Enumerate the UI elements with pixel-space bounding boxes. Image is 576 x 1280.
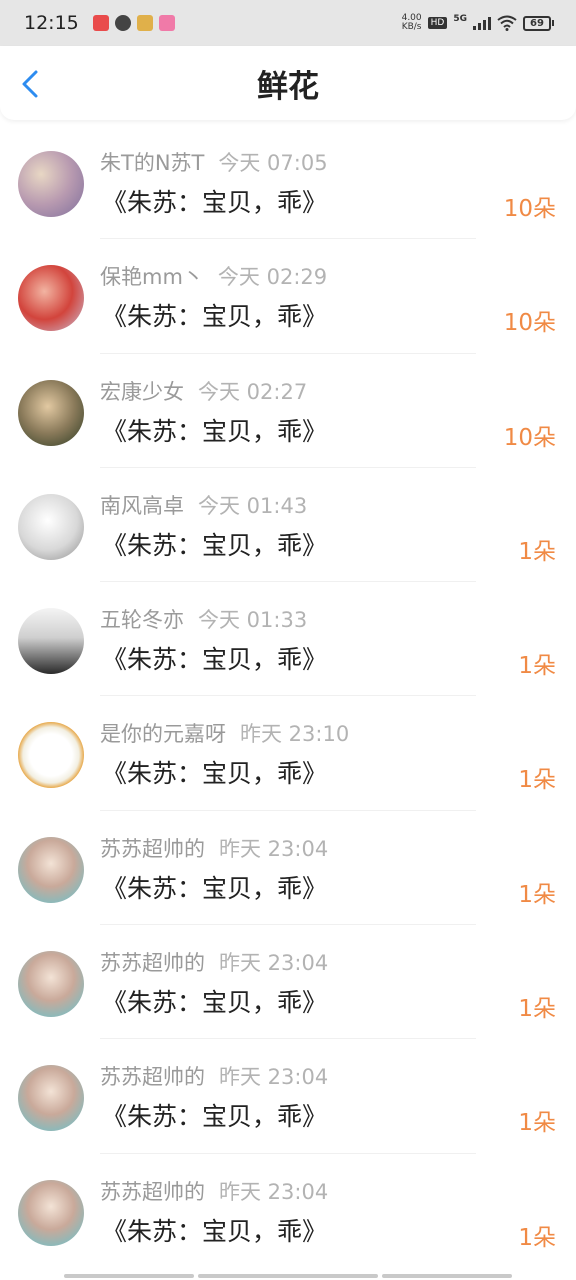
list-item[interactable]: 五轮冬亦 今天 01:33 《朱苏：宝贝，乖》 1朵 [0, 582, 576, 697]
flower-count: 10朵 [503, 424, 556, 451]
avatar[interactable] [18, 265, 84, 332]
notification-icons [92, 15, 175, 31]
avatar[interactable] [18, 608, 84, 675]
speed-unit: KB/s [401, 22, 422, 32]
send-time: 今天 07:05 [218, 151, 328, 175]
list-item[interactable]: 宏康少女 今天 02:27 《朱苏：宝贝，乖》 10朵 [0, 354, 576, 468]
gift-message: 《朱苏：宝贝，乖》 [102, 759, 328, 789]
gift-message: 《朱苏：宝贝，乖》 [102, 1216, 328, 1246]
status-bar: 12:15 4.00 KB/s HD 5G 69 [0, 0, 576, 46]
list-item[interactable]: 苏苏超帅的 昨天 23:04 《朱苏：宝贝，乖》 1朵 [0, 1039, 576, 1154]
flower-count: 1朵 [518, 996, 556, 1023]
send-time: 今天 02:29 [217, 265, 328, 290]
sender-meta: 苏苏超帅的 昨天 23:04 [100, 1061, 328, 1091]
send-time: 昨天 23:04 [219, 951, 329, 976]
flower-count: 10朵 [503, 196, 556, 222]
list-item[interactable]: 朱T的N苏T 今天 07:05 《朱苏：宝贝，乖》 10朵 [0, 125, 576, 240]
sender-name[interactable]: 朱T的N苏T [100, 151, 204, 175]
list-item[interactable]: 南风高卓 今天 01:43 《朱苏：宝贝，乖》 1朵 [0, 468, 576, 583]
list-item[interactable]: 苏苏超帅的 昨天 23:04 《朱苏：宝贝，乖》 1朵 [0, 1154, 576, 1268]
flower-count: 1朵 [518, 653, 556, 680]
page-title: 鲜花 [257, 68, 319, 105]
signal-icon [473, 16, 491, 30]
avatar[interactable] [18, 379, 84, 446]
sender-meta: 苏苏超帅的 昨天 23:04 [100, 833, 328, 863]
sender-meta: 宏康少女 今天 02:27 [100, 376, 307, 406]
list-item[interactable]: 苏苏超帅的 昨天 23:04 《朱苏：宝贝，乖》 1朵 [0, 811, 576, 926]
sender-meta: 保艳mm丶 今天 02:29 [100, 261, 327, 291]
send-time: 昨天 23:04 [219, 1179, 329, 1204]
scroll-indicator [382, 1274, 512, 1278]
avatar[interactable] [18, 1065, 84, 1132]
list-item[interactable]: 是你的元嘉呀 昨天 23:10 《朱苏：宝贝，乖》 1朵 [0, 696, 576, 811]
game-app-icon [136, 15, 153, 31]
sender-meta: 苏苏超帅的 昨天 23:04 [100, 1176, 328, 1206]
sender-name[interactable]: 苏苏超帅的 [100, 1065, 205, 1089]
sender-meta: 五轮冬亦 今天 01:33 [100, 604, 307, 634]
status-time: 12:15 [24, 12, 79, 34]
scroll-indicator [64, 1274, 194, 1278]
gift-message: 《朱苏：宝贝，乖》 [102, 988, 328, 1018]
sender-meta: 苏苏超帅的 昨天 23:04 [100, 947, 328, 977]
list-item[interactable]: 苏苏超帅的 昨天 23:04 《朱苏：宝贝，乖》 1朵 [0, 925, 576, 1040]
battery-icon: 69 [523, 15, 554, 31]
sender-name[interactable]: 苏苏超帅的 [100, 1180, 205, 1204]
wifi-icon [497, 15, 517, 31]
list-item[interactable]: 保艳mm丶 今天 02:29 《朱苏：宝贝，乖》 10朵 [0, 239, 576, 354]
send-time: 今天 01:43 [198, 493, 308, 518]
send-time: 昨天 23:10 [240, 722, 350, 747]
avatar[interactable] [18, 951, 84, 1018]
back-arrow-icon[interactable] [18, 68, 46, 100]
flower-count: 1朵 [518, 881, 556, 908]
send-time: 昨天 23:04 [219, 836, 329, 861]
send-time: 今天 01:33 [198, 608, 308, 633]
scroll-indicator [198, 1274, 378, 1278]
sender-meta: 是你的元嘉呀 昨天 23:10 [100, 718, 349, 748]
sender-name[interactable]: 苏苏超帅的 [100, 837, 205, 861]
battery-level: 69 [523, 15, 551, 31]
cat-app-icon [158, 15, 175, 31]
sender-name[interactable]: 保艳mm丶 [100, 265, 204, 289]
sender-name[interactable]: 五轮冬亦 [100, 608, 184, 632]
gift-message: 《朱苏：宝贝，乖》 [102, 873, 328, 903]
flower-count: 1朵 [518, 1110, 556, 1137]
calendar-app-icon [92, 15, 109, 31]
sender-name[interactable]: 南风高卓 [100, 494, 184, 518]
flower-count: 1朵 [518, 767, 556, 794]
hd-badge: HD [427, 17, 448, 29]
gift-message: 《朱苏：宝贝，乖》 [102, 188, 328, 217]
gift-message: 《朱苏：宝贝，乖》 [102, 645, 328, 675]
sender-name[interactable]: 是你的元嘉呀 [100, 722, 226, 746]
flower-count: 1朵 [518, 538, 556, 565]
gift-message: 《朱苏：宝贝，乖》 [102, 302, 328, 332]
send-time: 昨天 23:04 [219, 1065, 329, 1090]
sender-name[interactable]: 宏康少女 [100, 380, 184, 404]
nav-bar: 鲜花 [0, 46, 576, 120]
avatar[interactable] [18, 493, 84, 560]
gift-message: 《朱苏：宝贝，乖》 [102, 1102, 328, 1132]
avatar[interactable] [18, 1179, 84, 1246]
sender-meta: 朱T的N苏T 今天 07:05 [100, 147, 328, 177]
flower-count: 10朵 [503, 310, 556, 337]
flower-list: 朱T的N苏T 今天 07:05 《朱苏：宝贝，乖》 10朵 保艳mm丶 今天 02:… [0, 125, 576, 1268]
sender-meta: 南风高卓 今天 01:43 [100, 490, 307, 520]
avatar[interactable] [18, 722, 84, 789]
gift-message: 《朱苏：宝贝，乖》 [102, 530, 328, 560]
gift-message: 《朱苏：宝贝，乖》 [102, 416, 328, 446]
avatar[interactable] [18, 836, 84, 903]
video-app-icon [114, 15, 131, 31]
network-type: 5G [453, 14, 467, 24]
avatar[interactable] [18, 151, 84, 217]
sender-name[interactable]: 苏苏超帅的 [100, 951, 205, 975]
send-time: 今天 02:27 [198, 379, 308, 404]
flower-count: 1朵 [518, 1224, 556, 1251]
network-speed: 4.00 KB/s [402, 14, 422, 32]
